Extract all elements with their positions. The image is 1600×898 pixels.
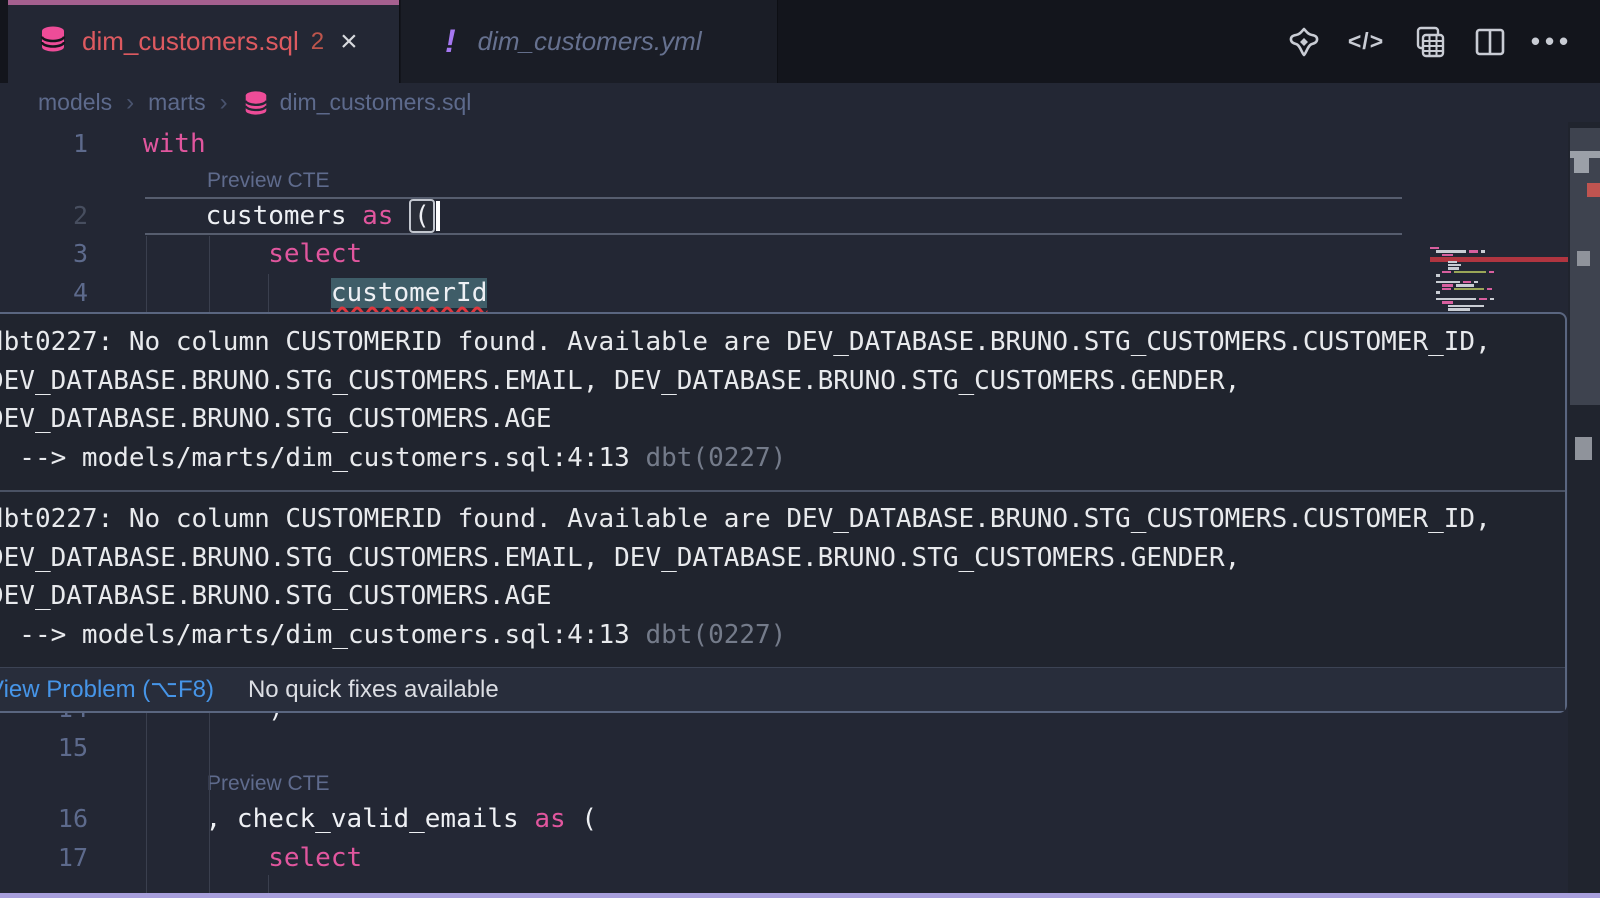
code-line-17[interactable]: 17 select <box>0 839 1600 878</box>
no-quick-fixes-text: No quick fixes available <box>248 676 499 704</box>
error-message: dbt0227: No column CUSTOMERID found. Ava… <box>0 323 1553 439</box>
indent-guide <box>268 875 269 893</box>
window-bottom-border <box>0 893 1600 898</box>
keyword-token: as <box>534 804 581 834</box>
overview-mark <box>1574 158 1589 173</box>
error-message: dbt0227: No column CUSTOMERID found. Ava… <box>0 500 1553 616</box>
tab-label: dim_customers.yml <box>478 26 702 57</box>
chevron-right-icon: › <box>220 89 228 117</box>
view-problem-link[interactable]: View Problem (⌥F8) <box>0 675 214 704</box>
keyword-token: select <box>268 843 362 873</box>
codelens-preview-cte[interactable]: Preview CTE <box>0 164 1600 197</box>
error-hover-popup: dbt0227: No column CUSTOMERID found. Ava… <box>0 312 1567 713</box>
overview-mark <box>1575 437 1592 460</box>
scrollbar[interactable] <box>1568 122 1600 893</box>
tab-label: dim_customers.sql <box>82 26 299 57</box>
code-line-2[interactable]: 2 customers as ( <box>0 197 1600 236</box>
error-token: customerId <box>331 278 488 308</box>
keyword-token: select <box>268 239 362 269</box>
breadcrumb-marts[interactable]: marts <box>148 89 206 116</box>
breadcrumb-models[interactable]: models <box>38 89 112 116</box>
indent-guide <box>209 713 210 893</box>
error-block: dbt0227: No column CUSTOMERID found. Ava… <box>0 314 1565 490</box>
error-code: dbt(0227) <box>645 443 786 473</box>
code-editor[interactable]: 1withPreview CTE2customers as (3select4c… <box>0 122 1600 893</box>
preview-results-icon[interactable] <box>1410 24 1446 60</box>
line-number: 4 <box>0 274 88 313</box>
error-location: --> models/marts/dim_customers.sql:4:13 … <box>0 439 1565 478</box>
indent-guide <box>209 236 210 312</box>
code-line-4[interactable]: 4 customerId <box>0 274 1600 313</box>
keyword-token: with <box>143 129 206 159</box>
code-lines-top: 1 with Preview CTE2 customers as (3 select 4 c… <box>0 125 1600 312</box>
error-location: --> models/marts/dim_customers.sql:4:13 … <box>0 616 1565 655</box>
keyword-token: as <box>362 201 409 231</box>
tab-dim-customers-yml[interactable]: ! dim_customers.yml <box>401 0 778 83</box>
indent-guide <box>268 274 269 312</box>
overview-mark <box>1570 151 1600 158</box>
text-cursor <box>436 201 440 231</box>
line-number: 16 <box>0 800 88 839</box>
editor-actions: </> ••• <box>1286 0 1570 83</box>
code-token: customers <box>206 201 363 231</box>
close-icon[interactable]: × <box>340 25 358 59</box>
code-line-3[interactable]: 3 select <box>0 235 1600 274</box>
database-icon <box>38 24 68 59</box>
line-number: 3 <box>0 235 88 274</box>
overview-error-mark <box>1587 183 1600 197</box>
chevron-right-icon: › <box>126 89 134 117</box>
code-token: ( <box>581 804 597 834</box>
tab-problem-badge: 2 <box>311 28 324 56</box>
active-tab-indicator <box>8 0 399 5</box>
error-code: dbt(0227) <box>645 620 786 650</box>
code-line-15[interactable]: 15 <box>0 729 1600 768</box>
breadcrumb-file[interactable]: dim_customers.sql <box>280 89 472 116</box>
hover-footer: View Problem (⌥F8) No quick fixes availa… <box>0 667 1565 711</box>
dbt-icon[interactable] <box>1286 24 1322 60</box>
error-block: dbt0227: No column CUSTOMERID found. Ava… <box>0 492 1565 667</box>
codelens-preview-cte[interactable]: Preview CTE <box>0 767 1600 800</box>
editor-window: dim_customers.sql 2 × ! dim_customers.ym… <box>0 0 1600 898</box>
code-line-1[interactable]: 1 with <box>0 125 1600 164</box>
line-number: 1 <box>0 125 88 164</box>
indent-guide <box>146 713 147 893</box>
database-icon <box>242 89 270 117</box>
code-token: , check_valid_emails <box>206 804 535 834</box>
code-lines-bottom: 14)15Preview CTE16, check_valid_emails a… <box>0 690 1600 877</box>
compile-code-icon[interactable]: </> <box>1348 24 1384 60</box>
tab-bar: dim_customers.sql 2 × ! dim_customers.ym… <box>0 0 1600 83</box>
overview-mark <box>1577 251 1590 266</box>
code-token: ( <box>409 199 435 233</box>
more-actions-icon[interactable]: ••• <box>1534 24 1570 60</box>
line-number: 17 <box>0 839 88 878</box>
line-number: 2 <box>0 197 88 236</box>
tab-dim-customers-sql[interactable]: dim_customers.sql 2 × <box>8 0 400 83</box>
line-number: 15 <box>0 729 88 768</box>
code-line-16[interactable]: 16 , check_valid_emails as ( <box>0 800 1600 839</box>
split-editor-icon[interactable] <box>1472 24 1508 60</box>
breadcrumb: models › marts › dim_customers.sql <box>0 83 1600 122</box>
warning-icon: ! <box>445 23 456 60</box>
indent-guide <box>146 236 147 312</box>
